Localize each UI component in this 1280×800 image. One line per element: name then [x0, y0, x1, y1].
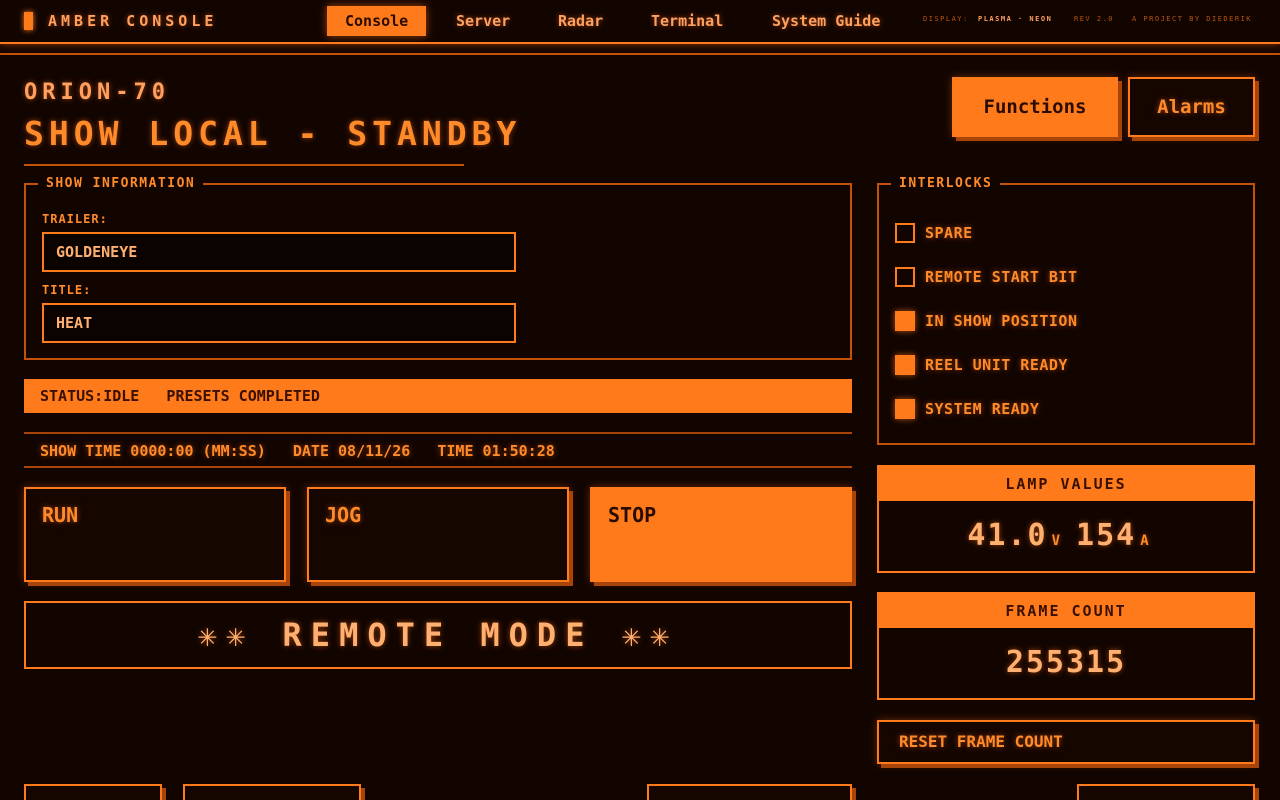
- trailer-label: TRAILER:: [42, 212, 108, 226]
- tab-console[interactable]: Console: [327, 6, 427, 36]
- frame-count-title: FRAME COUNT: [879, 594, 1253, 628]
- jog-button[interactable]: JOG: [307, 487, 569, 582]
- bottom-button-4[interactable]: [1077, 784, 1255, 800]
- interlock-label: SPARE: [925, 224, 973, 242]
- revision-label: REV 2.0: [1074, 15, 1115, 23]
- display-value-text: PLASMA · NEON: [978, 15, 1053, 23]
- display-value: PLASMA · NEON: [978, 15, 1052, 23]
- interlock-indicator-icon: [895, 223, 915, 243]
- lamp-values-panel: LAMP VALUES 41.0 V 154 A: [877, 465, 1255, 573]
- tab-server[interactable]: Server: [438, 6, 528, 36]
- interlock-label: SYSTEM READY: [925, 400, 1040, 418]
- status-bar: STATUS:IDLE PRESETS COMPLETED: [24, 379, 852, 413]
- frame-count-value: 255315: [1005, 645, 1127, 680]
- reset-frame-count-button[interactable]: RESET FRAME COUNT: [877, 720, 1255, 764]
- show-information-legend: SHOW INFORMATION: [38, 176, 204, 191]
- interlock-system-ready: SYSTEM READY: [895, 398, 1039, 420]
- interlock-label: IN SHOW POSITION: [925, 312, 1078, 330]
- interlock-spare: SPARE: [895, 222, 973, 244]
- title-underline: [24, 164, 464, 166]
- page-title: SHOW LOCAL - STANDBY: [24, 114, 522, 153]
- bottom-button-3[interactable]: [647, 784, 852, 800]
- lamp-amps-unit: A: [1140, 533, 1151, 549]
- interlock-indicator-icon: [895, 399, 915, 419]
- timing-bar: SHOW TIME 0000:00 (MM:SS) DATE 08/11/26 …: [24, 432, 852, 468]
- interlock-indicator-icon: [895, 311, 915, 331]
- run-button[interactable]: RUN: [24, 487, 286, 582]
- show-information-panel: SHOW INFORMATION TRAILER: GOLDENEYE TITL…: [24, 176, 852, 360]
- display-label: DISPLAY:: [923, 15, 969, 23]
- title-field[interactable]: HEAT: [42, 303, 516, 343]
- tab-radar[interactable]: Radar: [540, 6, 621, 36]
- trailer-field[interactable]: GOLDENEYE: [42, 232, 516, 272]
- alarms-button[interactable]: Alarms: [1128, 77, 1255, 137]
- tab-terminal[interactable]: Terminal: [633, 6, 741, 36]
- interlock-indicator-icon: [895, 267, 915, 287]
- lamp-values-readout: 41.0 V 154 A: [879, 501, 1253, 576]
- brand-title: AMBER CONSOLE: [48, 12, 218, 30]
- interlocks-panel: INTERLOCKS SPARE REMOTE START BIT IN SHO…: [877, 176, 1255, 445]
- lamp-volts-value: 41.0: [967, 518, 1048, 553]
- bottom-button-1[interactable]: [24, 784, 162, 800]
- top-bar-rule: [0, 53, 1280, 55]
- remote-mode-banner: ✳✳ REMOTE MODE ✳✳: [24, 601, 852, 669]
- interlock-remote-start-bit: REMOTE START BIT: [895, 266, 1078, 288]
- model-name: ORION-70: [24, 80, 170, 105]
- interlock-in-show-position: IN SHOW POSITION: [895, 310, 1078, 332]
- interlocks-legend: INTERLOCKS: [891, 176, 1001, 191]
- tab-system-guide[interactable]: System Guide: [754, 6, 898, 36]
- interlock-label: REMOTE START BIT: [925, 268, 1078, 286]
- lamp-amps-value: 154: [1076, 518, 1137, 553]
- interlock-indicator-icon: [895, 355, 915, 375]
- interlock-reel-unit-ready: REEL UNIT READY: [895, 354, 1068, 376]
- title-label: TITLE:: [42, 283, 92, 297]
- frame-count-panel: FRAME COUNT 255315: [877, 592, 1255, 700]
- stop-button[interactable]: STOP: [590, 487, 852, 582]
- brand-block-icon: [24, 12, 33, 30]
- lamp-values-title: LAMP VALUES: [879, 467, 1253, 501]
- interlock-label: REEL UNIT READY: [925, 356, 1068, 374]
- functions-button[interactable]: Functions: [952, 77, 1118, 137]
- credit-label: A PROJECT BY DIEDERIK: [1132, 15, 1253, 23]
- bottom-button-2[interactable]: [183, 784, 361, 800]
- lamp-volts-unit: V: [1051, 533, 1063, 549]
